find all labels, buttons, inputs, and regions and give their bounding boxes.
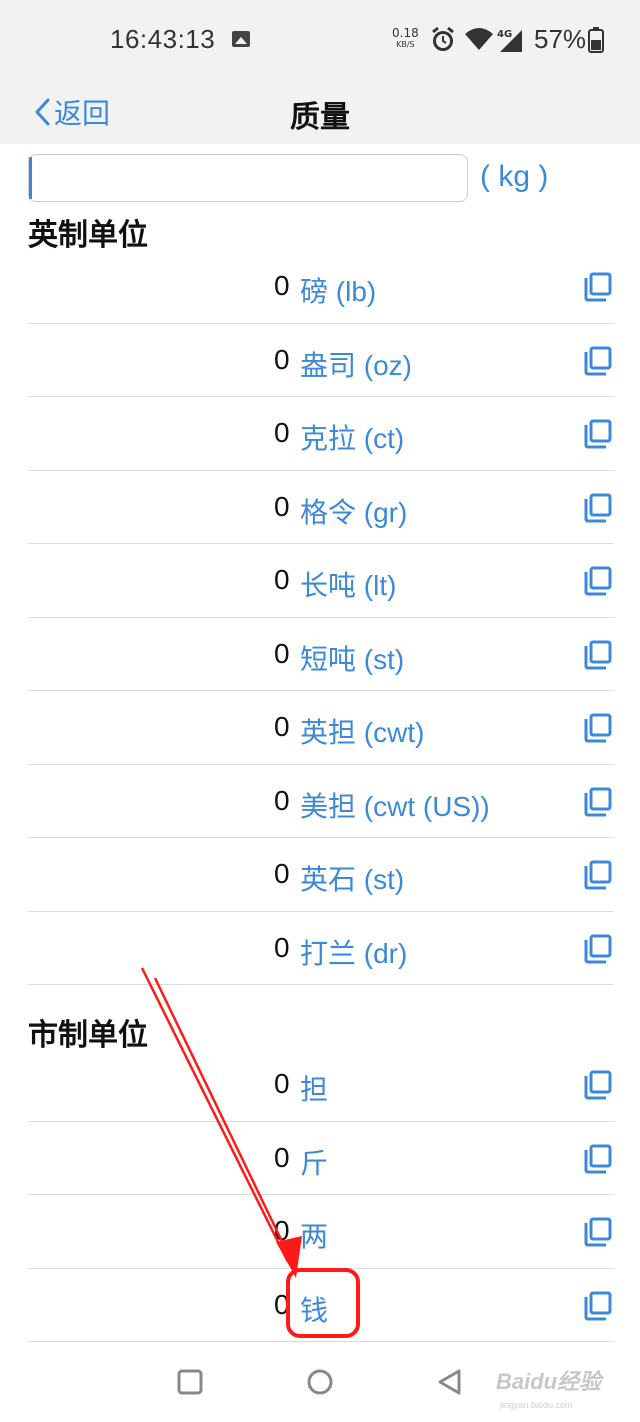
kg-input-row: ( kg ) [28, 154, 628, 204]
unit-value: 0 [274, 270, 290, 301]
copy-icon[interactable] [582, 272, 612, 302]
copy-icon[interactable] [582, 860, 612, 890]
battery-icon [588, 27, 604, 53]
copy-icon[interactable] [582, 640, 612, 670]
unit-value: 0 [274, 858, 290, 889]
copy-icon[interactable] [582, 787, 612, 817]
network-speed: 0.18 KB/S [392, 26, 419, 50]
unit-value: 0 [274, 1141, 290, 1173]
battery-percentage: 57% [534, 24, 587, 54]
recents-button-icon[interactable] [176, 1368, 204, 1396]
app-navigation-bar: 返回 质量 [0, 80, 640, 144]
text-cursor [29, 157, 32, 199]
watermark-url: jingyan.baidu.com [500, 1400, 573, 1410]
copy-icon[interactable] [582, 566, 612, 596]
unit-name: 磅 (lb) [300, 276, 377, 307]
unit-value: 0 [274, 1288, 290, 1320]
unit-row-ct: 0 克拉 (ct) [28, 397, 614, 471]
copy-icon[interactable] [582, 346, 612, 376]
unit-name: 钱 [300, 1294, 329, 1326]
unit-value: 0 [274, 490, 290, 522]
copy-icon[interactable] [582, 419, 612, 449]
copy-icon[interactable] [582, 1144, 612, 1174]
imperial-unit-list: 0 磅 (lb) 0 盎司 (oz) 0 克拉 (ct) 0 格令 (gr) 0… [28, 250, 614, 985]
unit-row-cwt-us: 0 美担 (cwt (US)) [28, 765, 614, 838]
copy-icon[interactable] [582, 713, 612, 743]
network-type-label: 4G [497, 29, 512, 40]
kg-unit-label: ( kg ) [480, 160, 549, 193]
unit-name: 两 [300, 1221, 329, 1252]
watermark-text: Baidu经验 [496, 1369, 602, 1394]
unit-value: 0 [274, 931, 290, 963]
kg-input-field[interactable] [28, 154, 468, 202]
unit-row-qian: 0 钱 [28, 1269, 614, 1342]
unit-value: 0 [274, 1215, 290, 1246]
unit-value: 0 [274, 1068, 290, 1099]
unit-row-dan: 0 担 [28, 1048, 614, 1122]
unit-row-st-stone: 0 英石 (st) [28, 838, 614, 912]
baidu-jingyan-watermark: Baidu经验 jingyan.baidu.com [496, 1360, 616, 1410]
unit-row-lt: 0 长吨 (lt) [28, 544, 614, 618]
wifi-icon [465, 28, 493, 50]
imperial-section-title: 英制单位 [28, 219, 148, 252]
unit-name: 克拉 (ct) [300, 423, 405, 454]
copy-icon[interactable] [582, 493, 612, 523]
unit-row-liang: 0 两 [28, 1195, 614, 1269]
status-bar: 16:43:13 0.18 KB/S 4G 57% [0, 0, 640, 80]
signal-4g-icon: 4G [497, 29, 522, 52]
unit-name: 长吨 (lt) [300, 570, 397, 601]
unit-name: 斤 [300, 1147, 329, 1179]
home-button-icon[interactable] [306, 1368, 334, 1396]
chinese-unit-list: 0 担 0 斤 0 两 0 钱 [28, 1048, 614, 1342]
back-triangle-icon[interactable] [436, 1368, 464, 1396]
unit-row-oz: 0 盎司 (oz) [28, 324, 614, 397]
unit-name: 英石 (st) [300, 864, 405, 895]
status-time: 16:43:13 [110, 24, 216, 54]
unit-value: 0 [274, 711, 290, 742]
gallery-notification-icon [232, 31, 250, 47]
page-title: 质量 [290, 101, 350, 134]
copy-icon[interactable] [582, 1217, 612, 1247]
unit-row-jin: 0 斤 [28, 1122, 614, 1195]
copy-icon[interactable] [582, 934, 612, 964]
unit-row-gr: 0 格令 (gr) [28, 471, 614, 544]
unit-value: 0 [274, 417, 290, 448]
unit-name: 打兰 (dr) [300, 937, 408, 969]
unit-value: 0 [274, 637, 290, 669]
network-speed-unit: KB/S [396, 40, 415, 49]
copy-icon[interactable] [582, 1070, 612, 1100]
unit-name: 盎司 (oz) [300, 349, 413, 381]
unit-row-lb: 0 磅 (lb) [28, 250, 614, 324]
network-speed-value: 0.18 [392, 26, 419, 40]
unit-row-dr: 0 打兰 (dr) [28, 912, 614, 985]
unit-name: 英担 (cwt) [300, 717, 425, 748]
unit-name: 担 [300, 1074, 329, 1105]
unit-row-cwt: 0 英担 (cwt) [28, 691, 614, 765]
unit-name: 格令 (gr) [300, 496, 408, 528]
unit-name: 美担 (cwt (US)) [300, 790, 490, 822]
copy-icon[interactable] [582, 1291, 612, 1321]
unit-value: 0 [274, 343, 290, 375]
unit-value: 0 [274, 564, 290, 595]
unit-value: 0 [274, 784, 290, 816]
alarm-icon [432, 26, 454, 51]
unit-name: 短吨 (st) [300, 643, 405, 675]
unit-row-st-short: 0 短吨 (st) [28, 618, 614, 691]
